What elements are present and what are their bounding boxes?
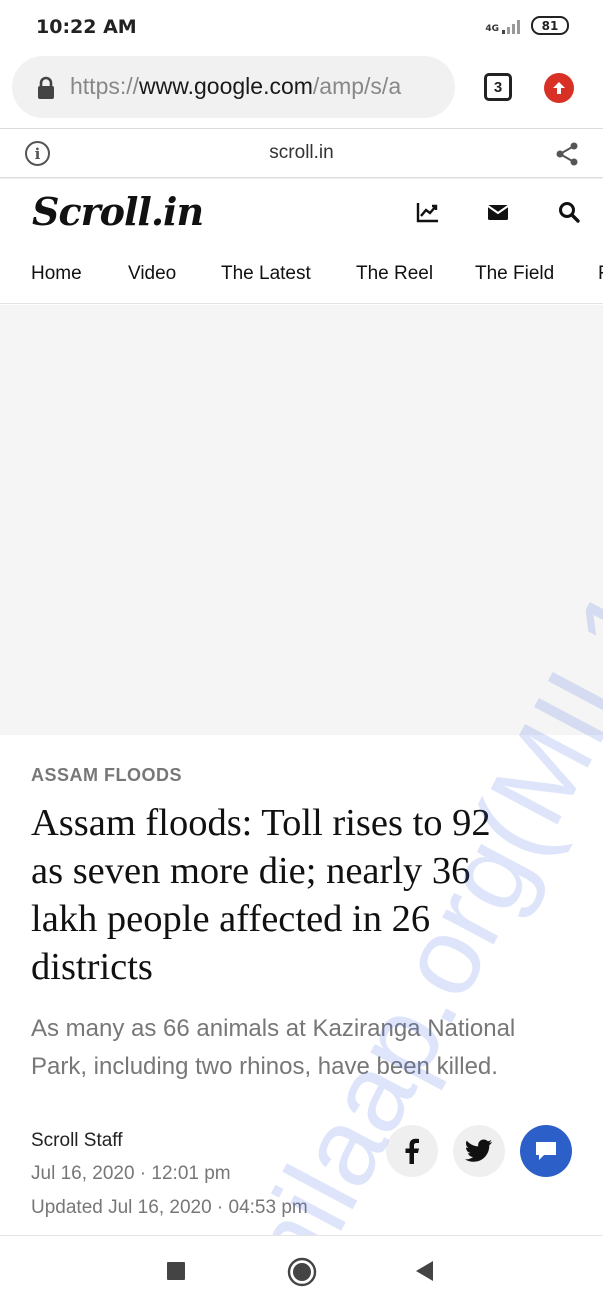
page-domain: scroll.in — [269, 142, 334, 163]
site-header: Scroll.in Home Video The Latest The Reel… — [0, 179, 603, 304]
standfirst-line: As many as 66 animals at Kaziranga Natio… — [31, 1015, 516, 1042]
update-arrow-icon — [553, 82, 565, 94]
status-bar: 10:22 AM 4G 81 — [0, 0, 603, 52]
status-indicators: 4G 81 — [485, 16, 569, 35]
url-text: https://www.google.com/amp/s/a — [70, 73, 401, 100]
status-time: 10:22 AM — [36, 16, 137, 38]
publish-date: Jul 16, 2020 · 12:01 pm — [31, 1163, 231, 1184]
article-standfirst: As many as 66 animals at Kaziranga Natio… — [31, 1010, 591, 1086]
search-icon[interactable] — [557, 201, 581, 223]
nav-item-field[interactable]: The Field — [475, 263, 554, 285]
share-icon[interactable] — [554, 141, 580, 167]
article-category[interactable]: ASSAM FLOODS — [31, 765, 182, 786]
headline-line: districts — [31, 946, 153, 988]
url-host: www.google.com — [139, 73, 313, 99]
nav-item-more[interactable]: F — [598, 263, 603, 285]
comment-icon — [536, 1142, 556, 1160]
article-author[interactable]: Scroll Staff — [31, 1130, 123, 1152]
comment-button[interactable] — [520, 1125, 572, 1177]
address-bar[interactable]: https://www.google.com/amp/s/a — [12, 56, 455, 118]
twitter-share-button[interactable] — [453, 1125, 505, 1177]
article: ASSAM FLOODS Assam floods: Toll rises to… — [0, 735, 603, 1235]
custom-tab-bar: i scroll.in — [0, 128, 603, 178]
headline-line: Assam floods: Toll rises to 92 — [31, 802, 491, 844]
nav-item-reel[interactable]: The Reel — [356, 263, 433, 285]
system-nav-bar — [0, 1235, 603, 1307]
headline-line: lakh people affected in 26 — [31, 898, 431, 940]
nav-item-home[interactable]: Home — [31, 263, 82, 285]
home-icon[interactable] — [287, 1257, 317, 1287]
signal-icon — [502, 19, 520, 34]
mail-icon[interactable] — [486, 201, 510, 223]
browser-toolbar: https://www.google.com/amp/s/a 3 — [0, 52, 603, 128]
nav-item-video[interactable]: Video — [128, 263, 176, 285]
facebook-icon — [405, 1138, 419, 1164]
article-headline: Assam floods: Toll rises to 92 as seven … — [31, 799, 586, 991]
tab-switcher-button[interactable]: 3 — [484, 73, 512, 101]
updated-date: Updated Jul 16, 2020 · 04:53 pm — [31, 1197, 308, 1218]
network-indicator: 4G — [485, 18, 523, 34]
url-path: /amp/s/a — [312, 73, 402, 99]
standfirst-line: Park, including two rhinos, have been ki… — [31, 1053, 498, 1080]
twitter-icon — [465, 1139, 492, 1162]
headline-line: as seven more die; nearly 36 — [31, 850, 471, 892]
nav-item-latest[interactable]: The Latest — [221, 263, 311, 285]
section-nav: Home Video The Latest The Reel The Field… — [0, 263, 603, 293]
recents-icon[interactable] — [166, 1261, 186, 1281]
trending-icon[interactable] — [416, 201, 440, 223]
ad-placeholder — [0, 305, 603, 735]
update-button[interactable] — [544, 73, 574, 103]
facebook-share-button[interactable] — [386, 1125, 438, 1177]
lock-icon — [38, 76, 54, 99]
network-label: 4G — [485, 23, 499, 34]
url-prefix: https:// — [70, 73, 140, 99]
site-logo[interactable]: Scroll.in — [32, 189, 204, 234]
back-icon[interactable] — [414, 1260, 434, 1282]
battery-indicator: 81 — [531, 16, 569, 35]
